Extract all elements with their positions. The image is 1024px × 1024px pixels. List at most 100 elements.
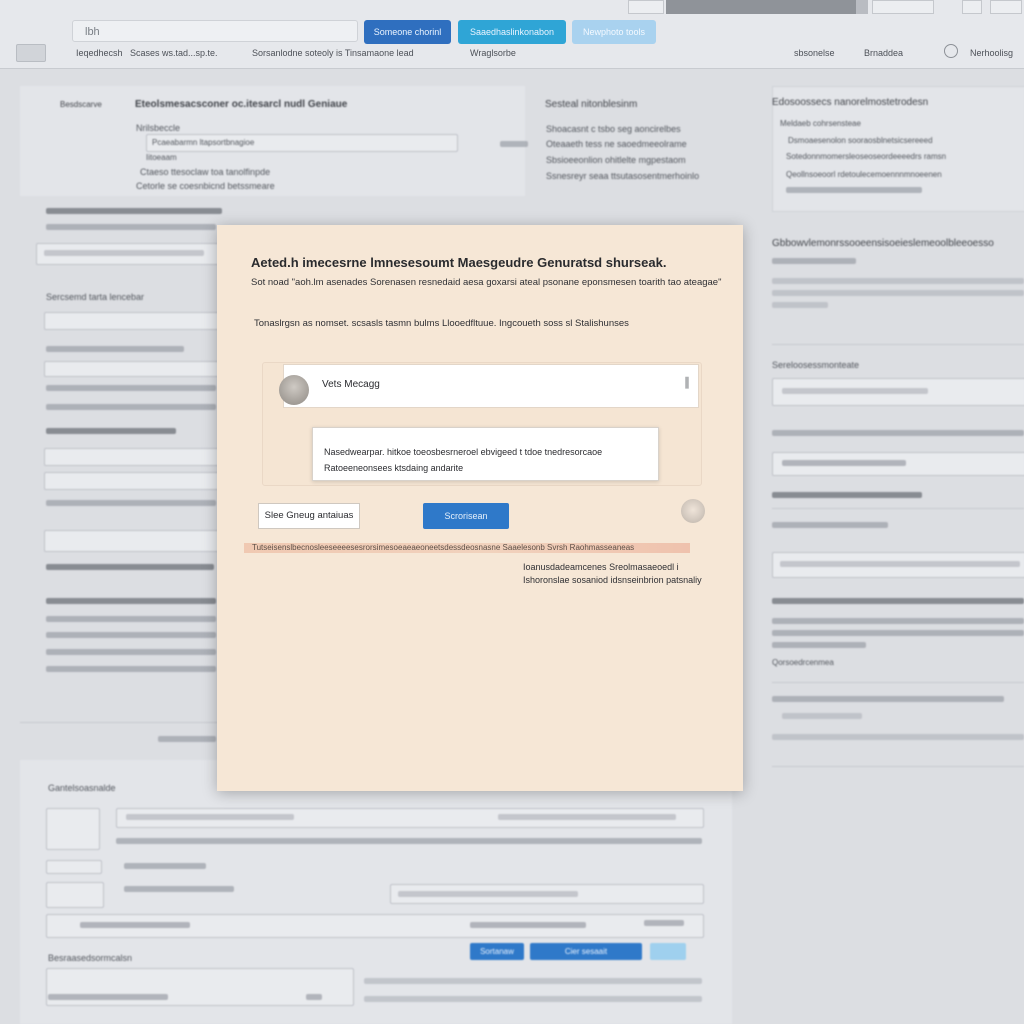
- bottom-field-1-text-2: [498, 814, 676, 820]
- left-row-3: [46, 346, 184, 352]
- bottom-thumb-2[interactable]: [46, 882, 104, 908]
- bottom-row-9: [364, 978, 702, 984]
- right-row-7: [772, 492, 922, 498]
- dialog-title: Aeted.h imecesrne lmnesesoumt Maesgeudre…: [251, 255, 667, 270]
- right-heading: Edosoossecs nanorelmostetrodesn: [772, 97, 929, 108]
- bottom-heading: Gantelsoasnalde: [48, 783, 116, 793]
- right-row-10: [772, 618, 1024, 624]
- send-button[interactable]: Scrorisean: [423, 503, 509, 529]
- dialog-instruction: Tonaslrgsn as nomset. scsasls tasmn bulm…: [254, 318, 629, 329]
- account-label[interactable]: Nerhoolisg: [970, 48, 1013, 58]
- attachment-icon[interactable]: ∥: [684, 375, 690, 389]
- bottom-row-3: [124, 886, 234, 892]
- right-row-14: [782, 713, 862, 719]
- right-item-1: Meldaeb cohrsensteae: [780, 119, 861, 128]
- loading-spinner-icon: [681, 499, 705, 523]
- bottom-button-2[interactable]: Cier sesaait: [530, 943, 642, 960]
- right-row-6: [782, 460, 906, 466]
- bottom-row-4: [80, 922, 190, 928]
- help-icon[interactable]: [944, 44, 958, 58]
- bottom-field-1-text: [126, 814, 294, 820]
- mid-line-2: Oteaaeth tess ne saoedmeeolrame: [546, 139, 687, 149]
- right-row-12: [772, 642, 866, 648]
- footnote: Ioanusdadeamcenes Sreolmasaeoedl i Ishor…: [523, 561, 702, 587]
- left-input-4[interactable]: [44, 448, 220, 466]
- avatar: [279, 375, 309, 405]
- menu-item-4[interactable]: Wraglsorbe: [470, 48, 516, 58]
- dialog-subtitle: Sot noad "aoh.lm asenades Sorenasen resn…: [251, 277, 722, 288]
- left-row-12: [46, 649, 216, 655]
- right-row-8: [772, 522, 888, 528]
- left-input-5[interactable]: [44, 472, 220, 490]
- window-control-2[interactable]: [872, 0, 934, 14]
- left-input-6[interactable]: [44, 530, 220, 552]
- left-row-4: [46, 385, 216, 391]
- window-control-1[interactable]: [628, 0, 664, 14]
- left-input-2[interactable]: [44, 312, 220, 330]
- section-field-value: Pcaeabarmn ltapsortbnagioe: [152, 138, 255, 147]
- menu-item-1[interactable]: Ieqedhecsh: [76, 48, 123, 58]
- sidebar-toggle-button[interactable]: [16, 44, 46, 62]
- left-row-14: [158, 736, 216, 742]
- section-title: Eteolsmesacsconer oc.itesarcl nudl Genia…: [135, 99, 348, 110]
- bottom-field-4[interactable]: [46, 968, 354, 1006]
- mid-line-4: Ssnesreyr seaa ttsutasosentmerhoinlo: [546, 171, 700, 181]
- left-label: Sercsemd tarta lencebar: [46, 292, 145, 302]
- right-input-3-text: [780, 561, 1020, 567]
- message-text: Nasedwearpar. hitkoe toeosbesrneroel ebv…: [324, 447, 603, 473]
- left-row-1: [46, 208, 222, 214]
- bottom-row-7: [48, 994, 168, 1000]
- field-hint: [500, 141, 528, 147]
- search-input[interactable]: lbh: [72, 20, 358, 42]
- progress-bar: [666, 0, 868, 14]
- menu-item-5[interactable]: sbsonelse: [794, 48, 835, 58]
- bottom-row-6: [644, 920, 684, 926]
- bottom-row-5: [470, 922, 586, 928]
- right-row-15: [772, 734, 1024, 740]
- right-item-2: Dsmoaesenolon sooraosblnetsicsereeed: [788, 136, 933, 145]
- left-row-10: [46, 616, 216, 622]
- right-line: [786, 187, 922, 193]
- right-row-5: [772, 430, 1024, 436]
- left-input-1-text: [44, 250, 204, 256]
- footnote-line-2: Ishoronslae sosaniod idsnseinbrion patsn…: [523, 575, 702, 585]
- toolbar-button-2[interactable]: Saaedhaslinkonabon: [458, 20, 566, 44]
- left-row-8: [46, 564, 214, 570]
- bottom-button-3[interactable]: [650, 943, 686, 960]
- secondary-button[interactable]: Slee Gneug antaiuas: [258, 503, 360, 529]
- bottom-button-1[interactable]: Sortanaw: [470, 943, 524, 960]
- right-divider-2: [772, 508, 1024, 509]
- toolbar-button-1[interactable]: Someone chorinl: [364, 20, 451, 44]
- mid-line-3: Sbsioeeonlion ohitlelte mgpestaom: [546, 155, 686, 165]
- toolbar-button-3[interactable]: Newphoto tools: [572, 20, 656, 44]
- left-row-11: [46, 632, 216, 638]
- footnote-line-1: Ioanusdadeamcenes Sreolmasaeoedl i: [523, 562, 679, 572]
- bottom-thumb-1[interactable]: [46, 808, 100, 850]
- bottom-row-1: [116, 838, 702, 844]
- bottom-chip[interactable]: [46, 860, 102, 874]
- right-section-title: Gbbowvlemonrssooeensisoeieslemeoolbleeoe…: [772, 238, 994, 249]
- recipient-name: Vets Mecagg: [322, 379, 380, 390]
- right-row-11: [772, 630, 1024, 636]
- right-divider-3: [772, 682, 1024, 683]
- top-toolbar: lbh Someone chorinl Saaedhaslinkonabon N…: [0, 0, 1024, 69]
- bottom-row-2: [124, 863, 206, 869]
- message-textarea[interactable]: Nasedwearpar. hitkoe toeosbesrneroel ebv…: [312, 427, 659, 481]
- right-divider-1: [772, 344, 1024, 345]
- right-row-9: [772, 598, 1024, 604]
- left-input-3[interactable]: [44, 361, 220, 377]
- left-row-2: [46, 224, 216, 230]
- menu-item-6[interactable]: Brnaddea: [864, 48, 903, 58]
- mid-line-1: Shoacasnt c tsbo seg aoncirelbes: [546, 124, 681, 134]
- right-item-3: Sotedonnmomersleoseoseordeeeedrs ramsn: [786, 152, 947, 161]
- bottom-row-10: [364, 996, 702, 1002]
- note-2: Cetorle se coesnbicnd betssmeare: [136, 181, 275, 191]
- recipient-row[interactable]: Vets Mecagg ∥: [283, 364, 699, 408]
- progress-fill: [666, 0, 856, 14]
- message-dialog: Aeted.h imecesrne lmnesesoumt Maesgeudre…: [217, 225, 743, 791]
- menu-item-3[interactable]: Sorsanlodne soteoly is Tinsamaone lead: [252, 48, 414, 58]
- menu-item-2[interactable]: Scases ws.tad...sp.te.: [130, 48, 218, 58]
- mid-heading: Sesteal nitonblesinm: [545, 99, 638, 110]
- window-control-4[interactable]: [990, 0, 1022, 14]
- window-control-3[interactable]: [962, 0, 982, 14]
